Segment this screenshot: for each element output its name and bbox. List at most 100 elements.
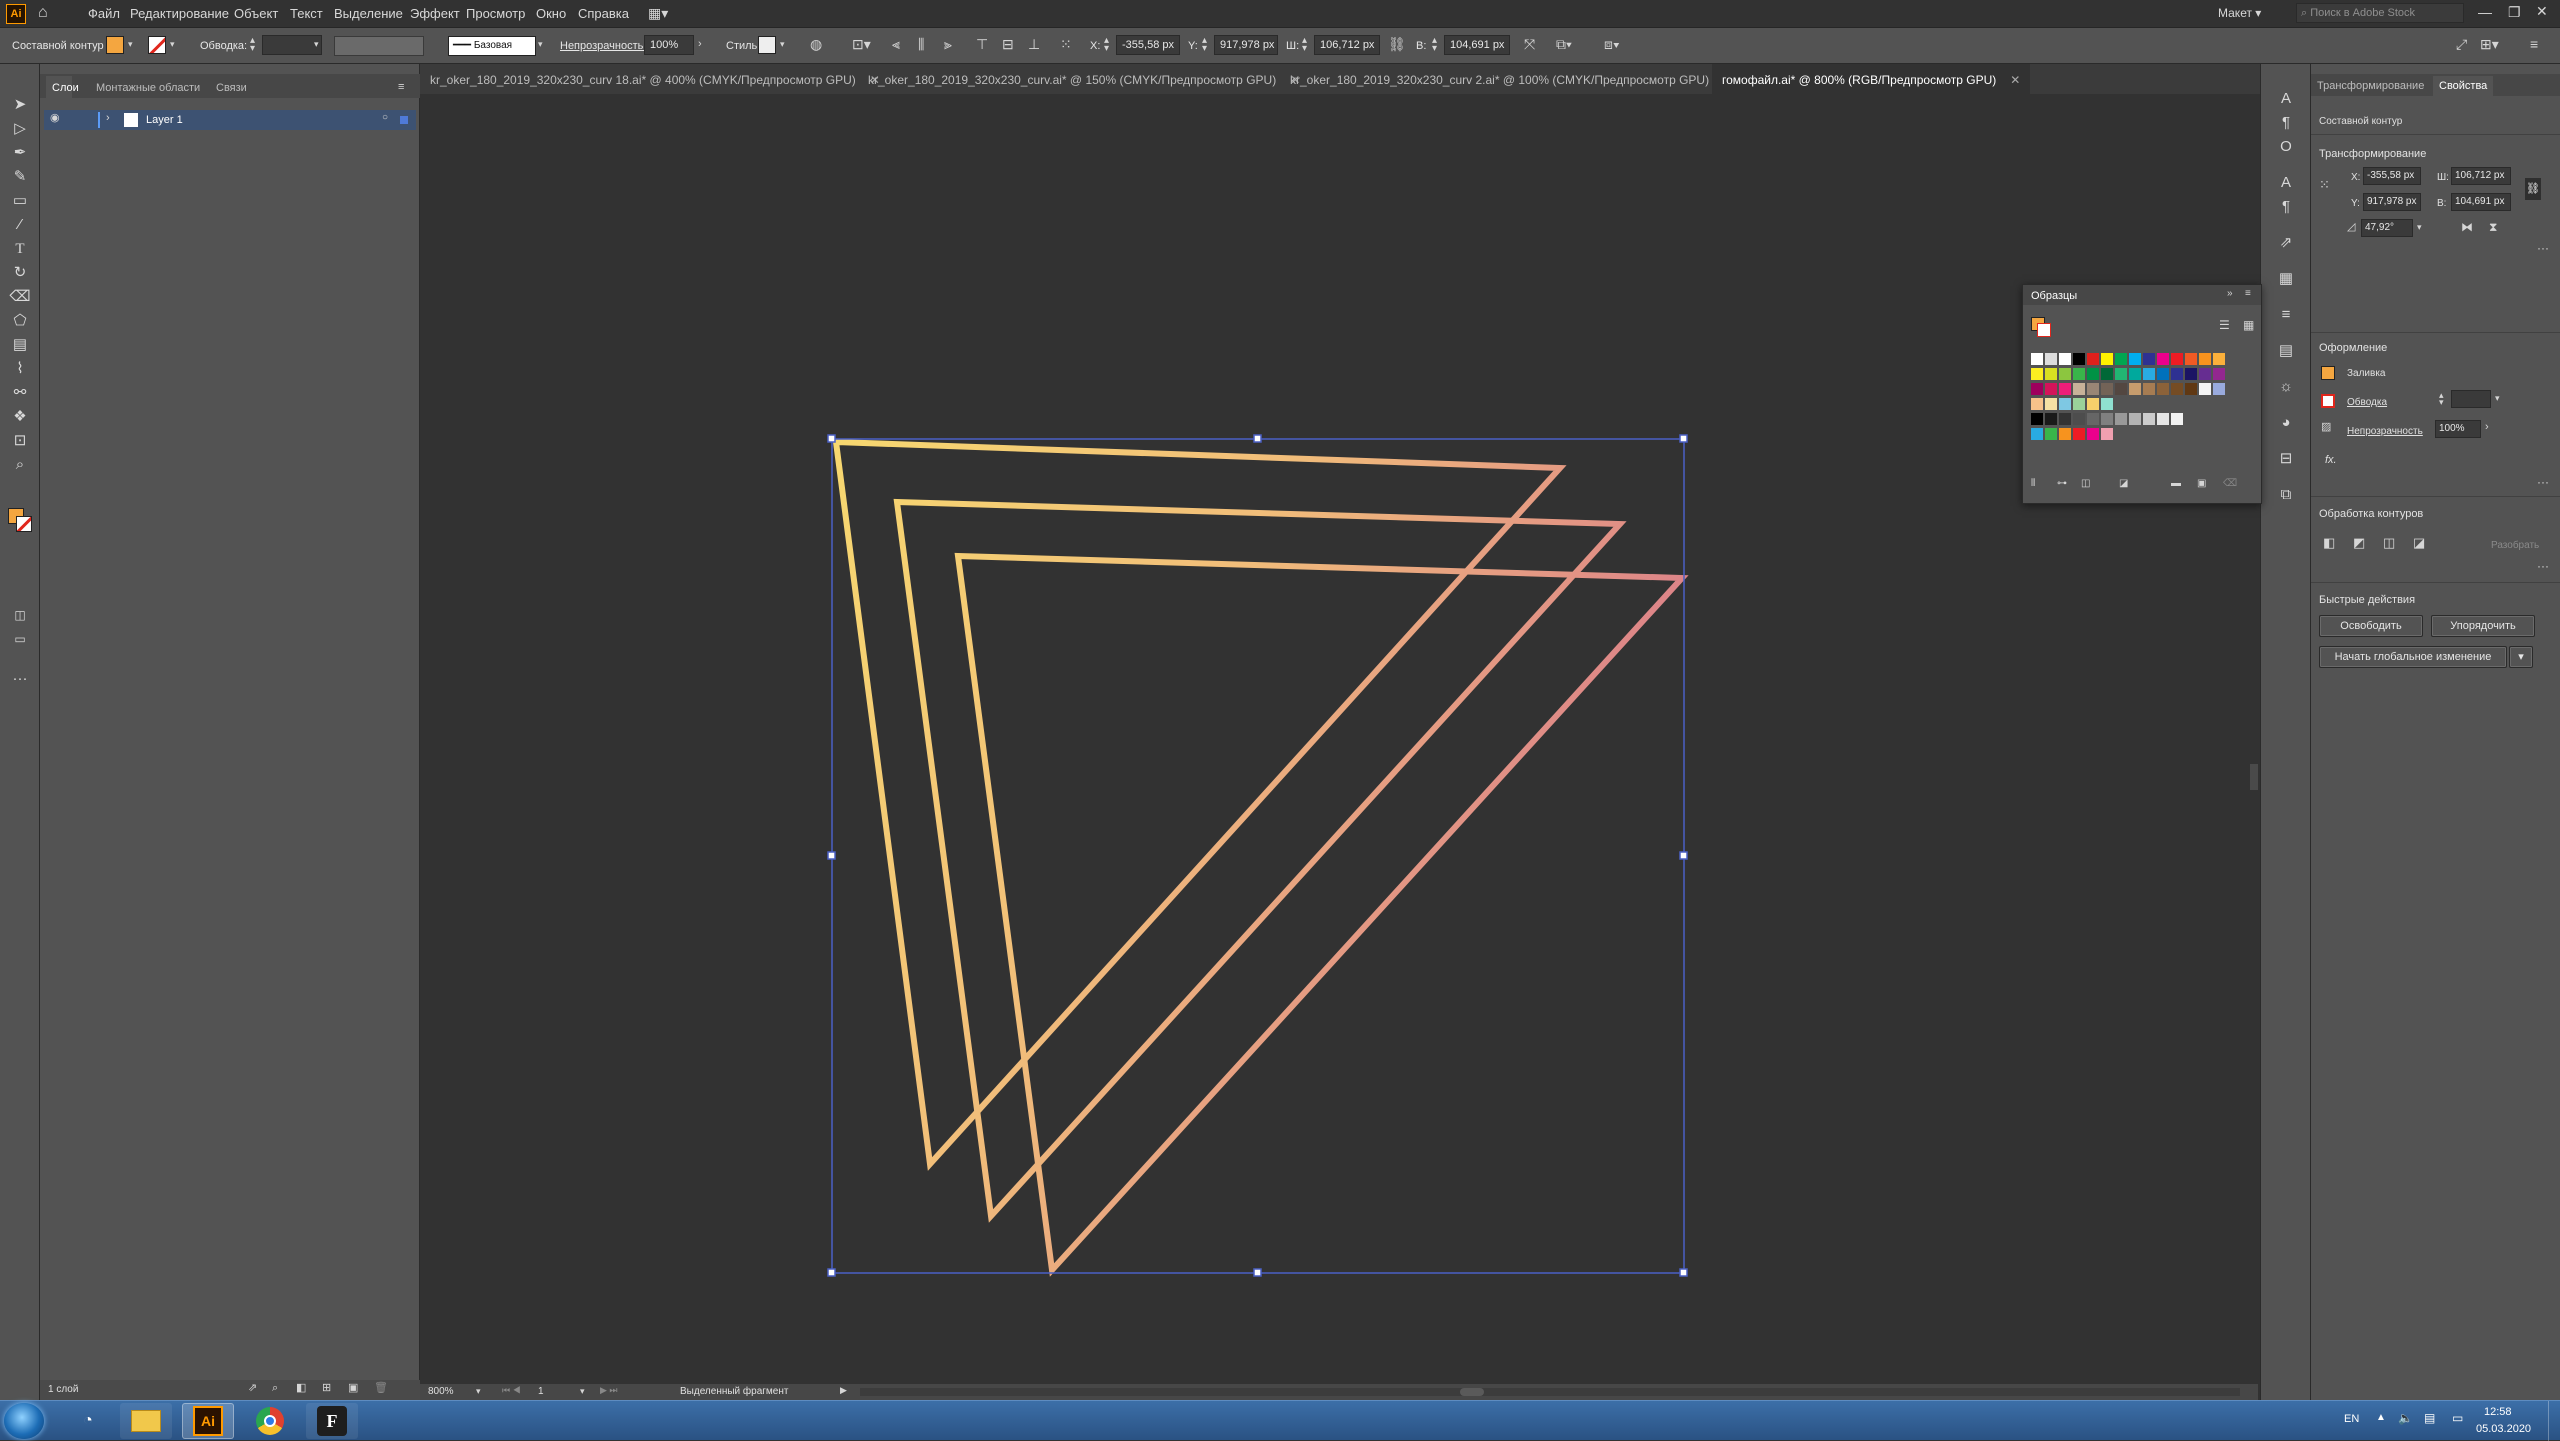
color-swatch[interactable] [2115,368,2127,380]
color-swatch[interactable] [2073,383,2085,395]
panel-menu-icon[interactable]: ⤢ [2456,37,2467,51]
target-icon[interactable]: ○ [382,113,388,123]
color-swatch[interactable] [2073,368,2085,380]
color-swatch[interactable] [2129,383,2141,395]
menu-window[interactable]: Окно [536,6,566,21]
align-top-icon[interactable]: ⊤ [976,37,988,51]
first-artboard-icon[interactable]: ⏮ ◀ [502,1386,521,1395]
prop-stroke-swatch[interactable] [2321,394,2335,408]
align-hcenter-icon[interactable]: ⫼ [918,37,924,51]
triangle-outline[interactable] [893,498,1627,1223]
triangle-outline[interactable] [832,438,1567,1171]
document-tab-active[interactable]: гомофайл.ai* @ 800% (RGB/Предпросмотр GP… [1712,64,2031,94]
release-button[interactable]: Освободить [2319,615,2423,637]
color-swatch[interactable] [2087,413,2099,425]
color-swatch[interactable] [2045,353,2057,365]
direct-selection-tool-icon[interactable]: ▷ [8,118,32,140]
rotate-angle-icon[interactable]: ◿ [2347,222,2355,233]
restore-icon[interactable]: ❐ [2508,5,2521,19]
align-panel-icon[interactable]: ⊟ [2274,448,2298,470]
tab-layers[interactable]: Слои [52,82,79,94]
document-tab[interactable]: kr_oker_180_2019_320x230_curv 2.ai* @ 10… [1280,64,1743,94]
start-button[interactable] [4,1403,44,1439]
minus-front-icon[interactable]: ◩ [2353,536,2365,549]
color-group-icon[interactable]: ◪ [2119,479,2128,489]
new-color-group-icon[interactable]: ▬ [2171,479,2181,489]
chevron-down-icon[interactable]: ▾ [128,40,133,49]
chevron-right-icon[interactable]: › [2485,422,2489,433]
artboard-tool-icon[interactable]: ⊡ [8,430,32,452]
more-options-icon[interactable]: ··· [2537,242,2549,254]
align-left-icon[interactable]: ⫷ [892,37,900,51]
align-right-icon[interactable]: ⫸ [944,37,952,51]
transform-icon[interactable]: ⤧ [1524,37,1535,51]
color-swatch[interactable] [2073,413,2085,425]
eraser-tool-icon[interactable]: ⌫ [8,286,32,308]
color-swatch[interactable] [2059,353,2071,365]
swatch-libraries-icon[interactable]: ⫴ [2031,479,2035,489]
color-swatch[interactable] [2087,428,2099,440]
expand-button[interactable]: Разобрать [2491,540,2539,551]
swatch-kind-icon[interactable]: ⊶ [2057,479,2067,489]
tray-expand-icon[interactable]: ▲ [2376,1413,2386,1423]
color-swatch[interactable] [2157,353,2169,365]
color-swatch[interactable] [2157,383,2169,395]
eye-icon[interactable]: ◉ [50,113,60,124]
opacity-label[interactable]: Непрозрачность [2347,426,2423,437]
chevron-down-icon[interactable]: ▾ [580,1387,585,1396]
rectangle-tool-icon[interactable]: ▭ [8,190,32,212]
taskbar-app-figma[interactable]: F [306,1403,358,1439]
chevron-down-icon[interactable]: ▾ [476,1387,481,1396]
color-swatch[interactable] [2143,368,2155,380]
eyedropper-tool-icon[interactable]: ⌇ [8,358,32,380]
color-swatch[interactable] [2171,413,2183,425]
color-swatch[interactable] [2059,368,2071,380]
color-swatch[interactable] [2115,383,2127,395]
recolor-artwork-icon[interactable]: ◍ [810,37,822,51]
screen-mode-icon[interactable]: ▭ [8,628,32,650]
color-swatch[interactable] [2199,368,2211,380]
appearance-icon[interactable]: ☼ [2274,376,2298,398]
tab-links[interactable]: Связи [216,82,247,94]
graphic-styles-icon[interactable]: ◕ [2274,412,2298,434]
color-swatch[interactable] [2059,398,2071,410]
prop-w-input[interactable]: 106,712 px [2451,167,2511,185]
isolate-icon[interactable]: ⧉▾ [1556,37,1572,51]
chevron-right-icon[interactable]: ▶ [840,1386,847,1395]
minimize-icon[interactable]: — [2478,5,2492,19]
color-swatch[interactable] [2045,428,2057,440]
color-swatch[interactable] [2171,368,2183,380]
taskbar-app-fiddler[interactable]: ◔ [62,1403,114,1439]
stroke-swatch[interactable] [148,36,166,54]
pathfinder-icon[interactable]: ⧉ [2274,484,2298,506]
stepper-icon[interactable]: ▴ ▾ [1432,36,1437,54]
align-to-icon[interactable]: ⊡▾ [852,37,871,51]
clipping-mask-icon[interactable]: ◧ [296,1383,306,1394]
opacity-input[interactable]: 100% [644,35,694,55]
new-layer-icon[interactable]: ▣ [348,1383,358,1394]
color-swatch[interactable] [2031,368,2043,380]
character-icon[interactable]: A [2274,88,2298,110]
draw-mode-icon[interactable]: ◫ [8,604,32,626]
color-swatch[interactable] [2073,398,2085,410]
color-swatch[interactable] [2213,383,2225,395]
layer-row[interactable]: ◉ › Layer 1 ○ [44,110,416,130]
color-swatch[interactable] [2031,353,2043,365]
view-options-icon[interactable]: ⊞▾ [2480,37,2499,51]
chevron-down-icon[interactable]: ▾ [780,40,785,49]
align-bottom-icon[interactable]: ⊥ [1028,37,1040,51]
swatch-options-icon[interactable]: ◫ [2081,479,2090,489]
expand-arrow-icon[interactable]: › [106,113,110,124]
exclude-icon[interactable]: ◪ [2413,536,2425,549]
shape-builder-tool-icon[interactable]: ⬠ [8,310,32,332]
color-swatch[interactable] [2213,368,2225,380]
color-swatch[interactable] [2073,353,2085,365]
stepper-icon[interactable]: ▴ ▾ [250,36,255,54]
gradient-tool-icon[interactable]: ▤ [8,334,32,356]
link-proportions-icon[interactable]: ⛓ [1388,37,1406,51]
color-swatch[interactable] [2101,383,2113,395]
color-swatch[interactable] [2185,368,2197,380]
toolbar-stroke-swatch[interactable] [16,516,32,532]
color-swatch[interactable] [2101,398,2113,410]
arrange-icon[interactable]: ⧈▾ [1604,37,1620,51]
